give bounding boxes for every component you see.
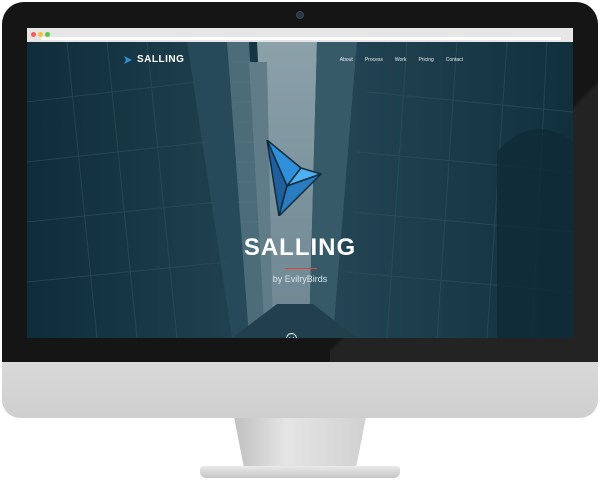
browser-chrome bbox=[27, 28, 573, 43]
monitor-base bbox=[200, 466, 400, 478]
paper-bird-icon bbox=[124, 55, 132, 64]
scroll-down-button[interactable] bbox=[286, 333, 297, 338]
nav-process[interactable]: Process bbox=[365, 57, 383, 63]
camera-icon bbox=[296, 11, 304, 19]
brand-name: SALLING bbox=[137, 54, 185, 65]
top-navigation: SALLING About Process Work Pricing Conta… bbox=[27, 42, 573, 82]
chevron-down-icon bbox=[289, 337, 294, 338]
main-menu: About Process Work Pricing Contact bbox=[340, 57, 463, 63]
monitor-stand bbox=[234, 418, 366, 468]
imac-monitor: SALLING About Process Work Pricing Conta… bbox=[0, 0, 600, 485]
close-window-button[interactable] bbox=[31, 32, 36, 37]
hero-title: SALLING bbox=[243, 234, 357, 261]
hero-subtitle: by EvilryBirds bbox=[272, 274, 328, 284]
nav-work[interactable]: Work bbox=[395, 57, 407, 63]
brand-logo[interactable]: SALLING bbox=[123, 54, 184, 65]
title-divider bbox=[285, 268, 317, 269]
nav-about[interactable]: About bbox=[340, 57, 353, 63]
address-bar[interactable] bbox=[41, 37, 561, 40]
screen: SALLING About Process Work Pricing Conta… bbox=[27, 28, 573, 338]
origami-bird-icon bbox=[266, 140, 322, 216]
nav-pricing[interactable]: Pricing bbox=[418, 57, 433, 63]
nav-contact[interactable]: Contact bbox=[446, 57, 463, 63]
hero-section: SALLING About Process Work Pricing Conta… bbox=[27, 42, 573, 338]
monitor-chin bbox=[2, 362, 598, 418]
